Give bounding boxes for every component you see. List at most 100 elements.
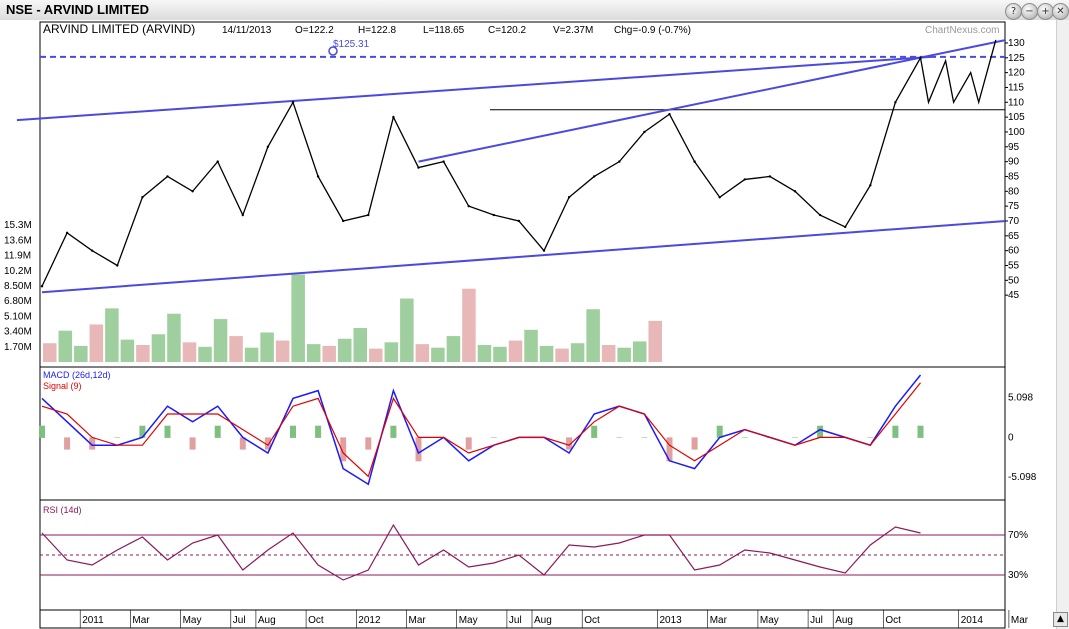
macd-histogram-bar <box>290 425 296 438</box>
volume-tick-label: 3.40M <box>4 327 32 338</box>
volume-bar <box>508 340 523 362</box>
volume-bar <box>151 334 166 362</box>
x-axis-label: 2013 <box>660 615 683 626</box>
price-tick-label: 55 <box>1008 260 1020 271</box>
macd-histogram-bar <box>390 425 397 438</box>
security-name: ARVIND LIMITED (ARVIND) <box>43 22 195 36</box>
volume-bar <box>570 343 585 362</box>
header-volume: V=2.37M <box>553 25 593 36</box>
vertical-scrollbar[interactable] <box>1056 20 1069 629</box>
price-point <box>467 204 470 208</box>
zoom-out-icon[interactable]: − <box>1021 3 1038 20</box>
x-axis-label: 2014 <box>961 615 984 626</box>
volume-tick-label: 15.3M <box>4 220 32 231</box>
price-point <box>342 219 345 223</box>
macd-histogram-bar <box>616 437 623 438</box>
price-tick-label: 60 <box>1008 246 1020 257</box>
price-point <box>618 160 621 163</box>
price-point <box>417 166 420 169</box>
x-axis-label: Jul <box>233 615 246 626</box>
x-axis-label: May <box>760 615 779 626</box>
macd-histogram-bar <box>867 437 874 438</box>
volume-bar <box>400 298 414 362</box>
macd-histogram-bar <box>917 425 924 438</box>
volume-bar <box>89 324 104 362</box>
price-point <box>191 190 194 193</box>
volume-bar <box>291 274 305 362</box>
price-point <box>367 213 370 217</box>
price-point <box>116 264 119 267</box>
rsi-tick-label: 70% <box>1008 530 1028 541</box>
volume-bar <box>632 341 647 362</box>
volume-bar <box>229 336 243 362</box>
macd-histogram-bar <box>641 437 648 438</box>
x-axis-label: Jul <box>509 615 522 626</box>
price-point <box>844 225 847 229</box>
help-icon[interactable]: ? <box>1005 3 1022 20</box>
macd-histogram-bar <box>139 425 146 438</box>
price-tick-label: 85 <box>1008 171 1020 182</box>
x-axis-label: Mar <box>710 615 728 626</box>
header-change: Chg=-0.9 (-0.7%) <box>614 25 691 36</box>
macd-histogram-bar <box>792 437 798 438</box>
brand-watermark: ChartNexus.com <box>925 25 999 36</box>
price-tick-label: 90 <box>1008 157 1020 168</box>
price-point <box>793 190 797 193</box>
price-level-annotation: $125.31 <box>333 39 370 50</box>
volume-tick-label: 1.70M <box>4 342 32 353</box>
volume-bar <box>74 345 88 362</box>
header-date: 14/11/2013 <box>222 25 272 36</box>
x-axis-label: Oct <box>308 615 324 626</box>
price-point <box>743 178 746 181</box>
price-point <box>718 196 721 199</box>
scroll-up-icon[interactable]: ▲ <box>1053 612 1068 627</box>
header-close: C=120.2 <box>488 25 527 36</box>
header-high: H=122.8 <box>358 25 397 36</box>
macd-histogram-bar <box>490 437 497 438</box>
price-point <box>166 175 169 178</box>
window-title: NSE - ARVIND LIMITED <box>6 2 150 17</box>
volume-bar <box>462 288 476 362</box>
price-point <box>768 175 772 178</box>
volume-bar <box>555 348 569 362</box>
stock-chart[interactable]: ARVIND LIMITED (ARVIND) 14/11/2013 O=122… <box>0 20 1056 629</box>
price-point <box>668 112 671 116</box>
price-point <box>567 196 571 199</box>
price-point <box>266 145 270 148</box>
volume-bar <box>353 328 368 362</box>
macd-tick-label: -5.098 <box>1008 472 1037 483</box>
volume-bar <box>493 346 507 362</box>
price-tick-label: 45 <box>1008 290 1020 301</box>
price-tick-label: 125 <box>1008 53 1025 64</box>
volume-bar <box>105 308 119 362</box>
price-point <box>291 101 295 104</box>
volume-bar <box>43 343 57 362</box>
volume-tick-label: 11.9M <box>4 251 31 262</box>
macd-histogram-bar <box>39 425 45 438</box>
macd-histogram-bar <box>164 425 171 438</box>
x-axis-label: Aug <box>258 615 276 626</box>
header-open: O=122.2 <box>295 25 334 36</box>
x-axis-label: Jul <box>810 615 823 626</box>
macd-title: MACD (26d,12d) <box>43 370 111 380</box>
volume-bar <box>260 332 274 362</box>
volume-bar <box>617 347 631 362</box>
x-axis-label: Oct <box>885 615 901 626</box>
close-icon[interactable]: ✕ <box>1052 3 1069 20</box>
price-tick-label: 100 <box>1008 127 1025 138</box>
volume-bar <box>306 344 321 362</box>
chart-area[interactable]: ARVIND LIMITED (ARVIND) 14/11/2013 O=122… <box>0 20 1069 629</box>
price-tick-label: 75 <box>1008 201 1020 212</box>
macd-histogram-bar <box>741 437 748 438</box>
volume-bar <box>244 347 259 362</box>
volume-bar <box>213 319 228 362</box>
macd-tick-label: 0 <box>1008 432 1014 443</box>
price-point <box>693 160 696 163</box>
macd-histogram-bar <box>465 437 472 450</box>
volume-bar <box>431 347 445 362</box>
price-point <box>241 213 244 217</box>
macd-histogram-bar <box>691 437 698 450</box>
window-titlebar: NSE - ARVIND LIMITED ? − + ✕ <box>0 0 1069 21</box>
volume-bar <box>167 313 181 362</box>
rsi-title: RSI (14d) <box>43 505 82 515</box>
